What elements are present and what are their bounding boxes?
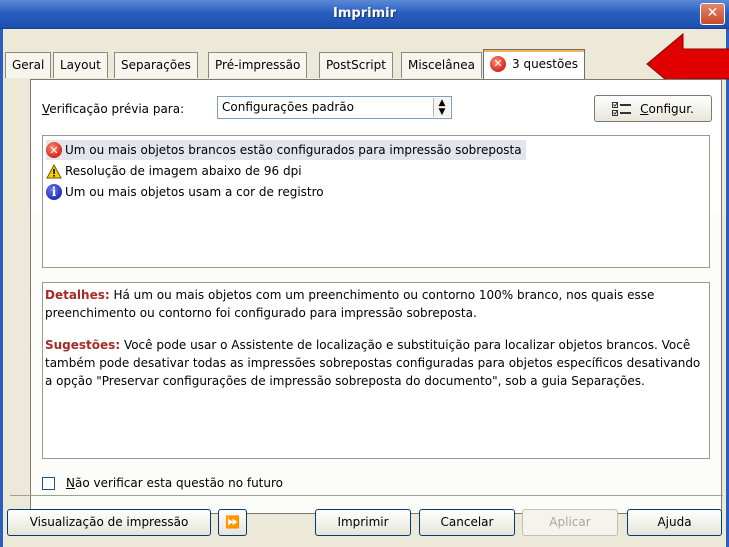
issue-text: Um ou mais objetos brancos estão configu… <box>65 143 522 157</box>
dont-check-option[interactable]: Não verificar esta questão no futuro <box>42 476 283 490</box>
window-title: Imprimir <box>333 6 396 21</box>
error-icon: ✕ <box>46 142 62 158</box>
suggestions-paragraph: Sugestões: Você pode usar o Assistente d… <box>45 338 701 388</box>
updown-arrows-icon: ▲ ▼ <box>433 98 450 117</box>
expand-button[interactable]: ⏩ <box>218 509 247 536</box>
tab-questoes[interactable]: ✕ 3 questões <box>483 49 585 80</box>
tab-layout[interactable]: Layout <box>53 52 108 78</box>
tab-label: Miscelânea <box>408 58 475 72</box>
info-icon: i <box>46 184 62 200</box>
close-button[interactable]: ✕ <box>700 3 725 25</box>
tab-pre-impressao[interactable]: Pré-impressão <box>208 52 308 78</box>
tab-geral[interactable]: Geral <box>5 52 52 78</box>
tab-label: Pré-impressão <box>215 58 301 72</box>
list-item[interactable]: ✕ Um ou mais objetos brancos estão confi… <box>46 140 526 160</box>
issue-text: Resolução de imagem abaixo de 96 dpi <box>65 164 302 178</box>
list-item[interactable]: Resolução de imagem abaixo de 96 dpi <box>46 161 306 181</box>
tab-label: Layout <box>60 58 101 72</box>
warning-icon <box>46 163 62 178</box>
configure-label: Configur. <box>640 101 694 116</box>
suggestions-heading: Sugestões: <box>45 338 121 352</box>
title-bar: Imprimir ✕ <box>0 0 729 29</box>
fast-forward-icon: ⏩ <box>225 515 240 529</box>
preset-value: Configurações padrão <box>222 100 354 114</box>
print-preview-button[interactable]: Visualização de impressão <box>7 509 211 536</box>
dont-check-checkbox[interactable] <box>42 476 55 490</box>
preset-dropdown[interactable]: Configurações padrão ▲ ▼ <box>217 96 452 119</box>
configure-button[interactable]: Configur. <box>594 95 712 122</box>
checklist-icon <box>612 101 632 116</box>
verification-label: Verificação prévia para: <box>42 102 185 116</box>
dont-check-label: Não verificar esta questão no futuro <box>66 476 283 490</box>
list-item[interactable]: i Um ou mais objetos usam a cor de regis… <box>46 182 328 202</box>
tab-label: PostScript <box>326 58 386 72</box>
print-button[interactable]: Imprimir <box>315 509 411 536</box>
cancel-button[interactable]: Cancelar <box>419 509 515 536</box>
divider <box>10 495 723 496</box>
tab-separacoes[interactable]: Separações <box>114 52 198 78</box>
issues-list[interactable]: ✕ Um ou mais objetos brancos estão confi… <box>42 135 710 268</box>
tab-label: 3 questões <box>512 57 578 71</box>
tab-label: Geral <box>12 58 45 72</box>
questions-panel: Verificação prévia para: Configurações p… <box>30 79 722 514</box>
tab-miscelanea[interactable]: Miscelânea <box>401 52 482 78</box>
help-button[interactable]: Ajuda <box>627 509 722 536</box>
tab-postscript[interactable]: PostScript <box>319 52 393 78</box>
details-paragraph: Detalhes: Há um ou mais objetos com um p… <box>45 288 655 320</box>
details-heading: Detalhes: <box>45 288 110 302</box>
dialog-body: Geral Layout Separações Pré-impressão Po… <box>0 29 729 547</box>
error-icon: ✕ <box>490 56 506 72</box>
issue-text: Um ou mais objetos usam a cor de registr… <box>65 185 324 199</box>
apply-button[interactable]: Aplicar <box>522 509 618 536</box>
details-box: Detalhes: Há um ou mais objetos com um p… <box>42 282 710 459</box>
tab-label: Separações <box>121 58 191 72</box>
